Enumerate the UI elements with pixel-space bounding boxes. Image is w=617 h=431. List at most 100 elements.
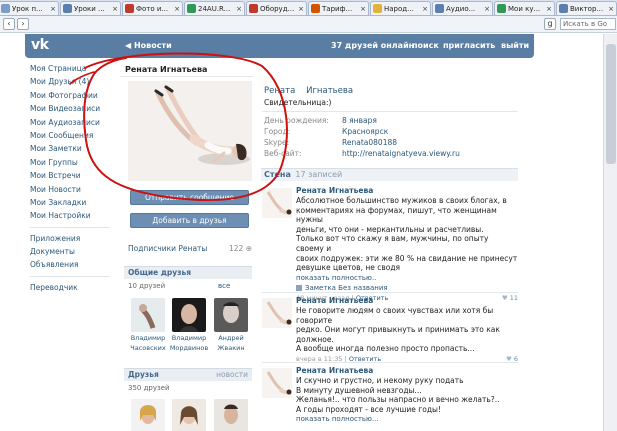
add-friend-button[interactable]: Добавить в друзья <box>130 213 249 228</box>
tab-close-icon[interactable]: × <box>608 5 614 13</box>
tab-close-icon[interactable]: × <box>50 5 56 13</box>
nav-item[interactable]: Мои Настройки <box>30 209 118 222</box>
note-icon <box>296 284 302 291</box>
tab-close-icon[interactable]: × <box>112 5 118 13</box>
info-key: Город: <box>264 127 291 136</box>
common-friends-header[interactable]: Общие друзья <box>124 266 252 279</box>
info-value[interactable]: 8 января <box>342 116 377 125</box>
nav-item[interactable]: Мои Новости <box>30 183 118 196</box>
post-divider <box>262 292 518 293</box>
friend-card[interactable] <box>128 399 168 431</box>
browser-tab[interactable]: Урок п... × <box>0 1 59 15</box>
nav-item[interactable]: Моя Страница <box>30 62 118 75</box>
forward-icon[interactable]: › <box>17 18 29 30</box>
friend-last-name: Часовских <box>130 344 166 352</box>
news-back-link[interactable]: ◀ Новости <box>125 41 172 50</box>
wall-header[interactable]: Стена 17 записей <box>261 168 518 181</box>
nav-item[interactable]: Объявления <box>30 258 118 271</box>
friends-online-link[interactable]: 37 друзей онлайн <box>331 41 414 50</box>
back-icon[interactable]: ‹ <box>3 18 15 30</box>
friends-news-link[interactable]: новости <box>216 369 248 381</box>
post-author[interactable]: Рената Игнатьева <box>296 296 518 306</box>
post-author-avatar[interactable] <box>262 368 292 398</box>
friends-count: 350 друзей <box>128 384 170 392</box>
nav-item[interactable]: Мои Заметки <box>30 142 118 155</box>
tab-favicon-icon <box>311 4 320 13</box>
friend-card[interactable]: Андрей Жвакин <box>211 298 251 352</box>
nav-item[interactable]: Приложения <box>30 232 118 245</box>
friend-card[interactable]: Владимир Часовских <box>128 298 168 352</box>
browser-tab[interactable]: Уроки ... × <box>60 1 121 15</box>
post-author[interactable]: Рената Игнатьева <box>296 366 518 376</box>
friend-avatar <box>131 399 165 431</box>
tab-close-icon[interactable]: × <box>360 5 366 13</box>
nav-item[interactable]: Мои Друзья (4) <box>30 75 118 88</box>
friend-card[interactable]: Владимир Мордвинов <box>169 298 209 352</box>
show-more-link[interactable]: показать полностью.. <box>296 273 518 283</box>
post-author-avatar[interactable] <box>262 188 292 218</box>
tab-title: Тариф... <box>322 4 353 13</box>
info-value[interactable]: Красноярск <box>342 127 388 136</box>
scrollbar-thumb[interactable] <box>606 44 616 164</box>
tab-close-icon[interactable]: × <box>484 5 490 13</box>
tab-title: Виктор... <box>570 4 604 13</box>
tab-close-icon[interactable]: × <box>298 5 304 13</box>
info-value[interactable]: Renata080188 <box>342 138 397 147</box>
tab-title: Аудио... <box>446 4 476 13</box>
nav-item[interactable]: Мои Закладки <box>30 196 118 209</box>
friends-header[interactable]: Друзья новости <box>124 368 252 381</box>
profile-first-name: Рената <box>264 86 296 96</box>
search-link[interactable]: поиск <box>412 41 439 50</box>
post-author[interactable]: Рената Игнатьева <box>296 186 518 196</box>
nav-item[interactable]: Переводчик <box>30 281 118 294</box>
tab-favicon-icon <box>1 4 10 13</box>
nav-item[interactable]: Мои Группы <box>30 156 118 169</box>
tab-close-icon[interactable]: × <box>174 5 180 13</box>
vk-header: vk ◀ Новости 37 друзей онлайн поиск приг… <box>25 34 534 58</box>
info-key: Skype: <box>264 138 290 147</box>
send-message-button[interactable]: Отправить сообщение <box>130 190 249 205</box>
invite-link[interactable]: пригласить <box>443 41 495 50</box>
page-scrollbar[interactable] <box>603 34 617 431</box>
tab-close-icon[interactable]: × <box>236 5 242 13</box>
subscribers-link[interactable]: Подписчики Ренаты 122 ⊕ <box>128 244 252 253</box>
logout-link[interactable]: выйти <box>501 41 529 50</box>
browser-tab[interactable]: Народ... × <box>370 1 431 15</box>
common-friends-all-link[interactable]: все <box>218 282 230 290</box>
browser-tab[interactable]: Виктор... × <box>556 1 617 15</box>
browser-tab[interactable]: Фото и... × <box>122 1 183 15</box>
browser-tab[interactable]: 24AU.R... × <box>184 1 245 15</box>
browser-tab[interactable]: Мои ку... × <box>494 1 555 15</box>
nav-item[interactable]: Мои Видеозаписи <box>30 102 118 115</box>
nav-item[interactable]: Мои Фотографии <box>30 89 118 102</box>
note-title: Заметка Без названия <box>305 283 388 292</box>
profile-full-name: Рената Игнатьева <box>264 86 353 96</box>
post-text: Абсолютное большинство мужиков в своих б… <box>296 196 518 273</box>
friend-card[interactable] <box>169 399 209 431</box>
wall-count: 17 записей <box>295 170 343 179</box>
google-icon[interactable]: g <box>544 18 556 30</box>
info-value[interactable]: http://renataignatyeva.viewy.ru <box>342 149 460 158</box>
show-more-link[interactable]: показать полностью... <box>296 414 518 424</box>
friend-last-name: Жвакин <box>217 344 245 352</box>
friend-card[interactable] <box>211 399 251 431</box>
browser-search-input[interactable]: Искать в Go <box>560 18 616 30</box>
friend-avatar <box>214 298 248 332</box>
nav-item[interactable]: Мои Встречи <box>30 169 118 182</box>
browser-tab[interactable]: Аудио... × <box>432 1 493 15</box>
tab-close-icon[interactable]: × <box>422 5 428 13</box>
vk-logo[interactable]: vk <box>31 37 49 53</box>
common-friends-count-row: 10 друзей все <box>128 282 230 290</box>
tab-close-icon[interactable]: × <box>546 5 552 13</box>
profile-status[interactable]: Свидетельница:) <box>264 98 331 107</box>
friend-first-name: Владимир <box>130 334 166 342</box>
browser-tab[interactable]: Тариф... × <box>308 1 369 15</box>
info-key: Веб-сайт: <box>264 149 302 158</box>
profile-name-heading: Рената Игнатьева <box>120 62 254 77</box>
browser-tab[interactable]: Оборуд... × <box>246 1 307 15</box>
profile-photo[interactable] <box>128 81 252 181</box>
nav-item[interactable]: Документы <box>30 245 118 258</box>
nav-item[interactable]: Мои Аудиозаписи <box>30 116 118 129</box>
post-author-avatar[interactable] <box>262 298 292 328</box>
nav-item[interactable]: Мои Сообщения <box>30 129 118 142</box>
